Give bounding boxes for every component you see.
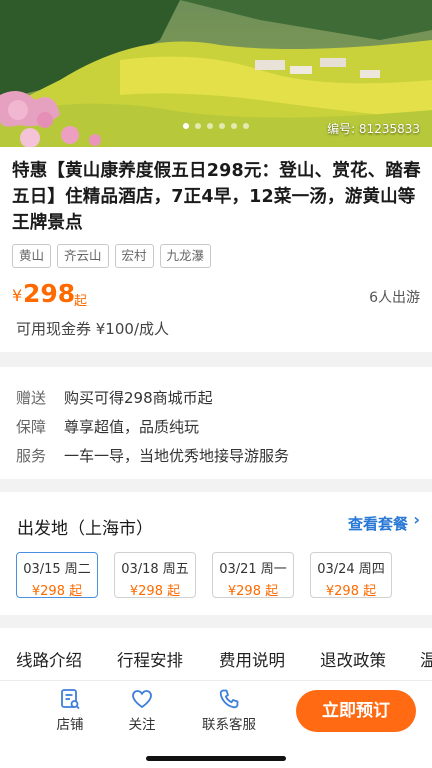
date-day: 03/24 周四 (317, 562, 385, 577)
price-row: ¥ 298 起 6人出游 (12, 279, 420, 309)
coupon-info[interactable]: 可用现金券 ¥100/成人 (16, 318, 169, 339)
date-day: 03/15 周二 (23, 562, 91, 577)
detail-tabs: 线路介绍 行程安排 费用说明 退改政策 温 (0, 628, 432, 681)
benefit-service: 服务 一车一导，当地优秀地接导游服务 (16, 445, 289, 466)
date-option[interactable]: 03/24 周四 ¥298 起 (310, 552, 392, 599)
follow-button[interactable]: 关注 (122, 687, 162, 733)
date-list: 03/15 周二 ¥298 起 03/18 周五 ¥298 起 03/21 周一… (16, 552, 392, 599)
tab-itinerary[interactable]: 行程安排 (117, 647, 183, 671)
date-option[interactable]: 03/21 周一 ¥298 起 (212, 552, 294, 599)
home-indicator (146, 756, 286, 761)
benefit-guarantee: 保障 尊享超值，品质纯玩 (16, 416, 199, 437)
tab-refund-policy[interactable]: 退改政策 (320, 647, 386, 671)
carousel-dot[interactable] (243, 123, 249, 129)
tag-item: 黄山 (12, 244, 52, 268)
price-suffix: 起 (74, 294, 88, 309)
price-currency: ¥ (12, 286, 23, 305)
view-packages-link[interactable]: 查看套餐 (348, 513, 408, 534)
shop-label: 店铺 (56, 717, 84, 733)
contact-service-button[interactable]: 联系客服 (196, 687, 262, 733)
benefit-text: 尊享超值，品质纯玩 (64, 418, 200, 436)
price-value: 298 (23, 279, 76, 308)
product-code: 编号: 81235833 (327, 122, 420, 136)
shop-button[interactable]: 店铺 (50, 687, 90, 733)
date-price: ¥298 起 (325, 584, 377, 599)
product-title: 特惠【黄山康养度假五日298元：登山、赏花、踏春五日】住精品酒店，7正4早，12… (12, 161, 421, 233)
benefit-gift: 赠送 购买可得298商城币起 (16, 387, 213, 408)
follow-label: 关注 (128, 717, 156, 733)
bottom-action-bar: 店铺 关注 联系客服 立即预订 (0, 681, 432, 768)
benefit-text: 购买可得298商城币起 (64, 389, 213, 407)
date-price: ¥298 起 (129, 584, 181, 599)
date-day: 03/21 周一 (219, 562, 287, 577)
carousel-dot[interactable] (219, 123, 225, 129)
benefit-label: 赠送 (16, 389, 47, 407)
benefit-label: 服务 (16, 447, 47, 465)
tag-item: 齐云山 (57, 244, 109, 268)
product-info-card: 特惠【黄山康养度假五日298元：登山、赏花、踏春五日】住精品酒店，7正4早，12… (0, 147, 432, 352)
group-size: 6人出游 (369, 290, 420, 306)
carousel-dot[interactable] (195, 123, 201, 129)
tab-route[interactable]: 线路介绍 (16, 647, 82, 671)
date-price: ¥298 起 (31, 584, 83, 599)
tag-item: 宏村 (114, 244, 154, 268)
shop-icon (61, 689, 80, 710)
contact-label: 联系客服 (202, 717, 256, 733)
heart-icon (132, 690, 152, 709)
departure-city[interactable]: 出发地（上海市） (17, 514, 153, 539)
tag-list: 黄山 齐云山 宏村 九龙瀑 (12, 244, 212, 268)
tab-fees[interactable]: 费用说明 (219, 647, 285, 671)
departure-card: 出发地（上海市） 查看套餐 › 03/15 周二 ¥298 起 03/18 周五… (0, 492, 432, 615)
benefit-text: 一车一导，当地优秀地接导游服务 (64, 447, 290, 465)
benefits-card[interactable]: 赠送 购买可得298商城币起 保障 尊享超值，品质纯玩 服务 一车一导，当地优秀地接导… (0, 367, 432, 479)
date-option[interactable]: 03/15 周二 ¥298 起 (16, 552, 98, 599)
phone-icon (219, 689, 239, 709)
chevron-right-icon[interactable]: › (413, 510, 420, 529)
date-day: 03/18 周五 (121, 562, 189, 577)
carousel-dot[interactable] (207, 123, 213, 129)
tag-item: 九龙瀑 (159, 244, 212, 268)
date-option[interactable]: 03/18 周五 ¥298 起 (114, 552, 196, 599)
tab-more[interactable]: 温 (420, 647, 432, 671)
date-price: ¥298 起 (227, 584, 279, 599)
carousel-dot[interactable] (183, 123, 189, 129)
benefit-label: 保障 (16, 418, 47, 436)
book-now-button[interactable]: 立即预订 (296, 690, 416, 732)
hero-image[interactable]: 编号: 81235833 (0, 0, 432, 147)
carousel-dot[interactable] (231, 123, 237, 129)
